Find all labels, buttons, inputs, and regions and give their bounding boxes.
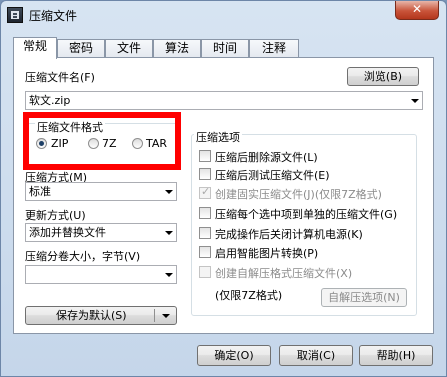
sfx-options-button: 自解压选项(N): [321, 288, 407, 307]
chevron-down-icon[interactable]: [411, 98, 419, 103]
update-value: 添加并替换文件: [29, 226, 106, 239]
highlight-annotation-box: [23, 112, 181, 170]
split-divider: [154, 309, 155, 322]
update-label: 更新方式(U): [25, 209, 86, 222]
sfx-note: (仅限7Z格式): [215, 289, 283, 302]
option-shutdown-checkbox[interactable]: [199, 227, 211, 239]
archive-app-icon: [7, 7, 23, 23]
option-shutdown-label[interactable]: 完成操作后关闭计算机电源(K): [215, 226, 363, 242]
tab-files[interactable]: 文件: [105, 39, 153, 58]
cancel-button[interactable]: 取消(C): [279, 345, 353, 366]
help-button[interactable]: 帮助(H): [359, 345, 433, 366]
split-select[interactable]: [25, 265, 177, 284]
option-sfx-label: 创建自解压格式压缩文件(X): [215, 267, 353, 280]
window-title: 压缩文件: [29, 9, 78, 23]
option-test-archive-checkbox[interactable]: [199, 168, 211, 180]
tab-time[interactable]: 时间: [201, 39, 249, 58]
browse-button[interactable]: 浏览(B): [347, 67, 419, 86]
method-value: 标准: [29, 185, 51, 198]
chevron-down-icon[interactable]: [162, 313, 170, 318]
close-icon: ✕: [411, 2, 423, 16]
save-default-label: 保存为默认(S): [56, 309, 127, 322]
option-sfx-checkbox: [199, 266, 211, 278]
close-button[interactable]: ✕: [395, 1, 439, 20]
chevron-down-icon: [165, 272, 173, 277]
option-solid-archive-label: 创建固实压缩文件(J)(仅限7Z格式): [215, 188, 382, 201]
split-label: 压缩分卷大小，字节(V): [25, 250, 141, 263]
compress-dialog: 压缩文件 ✕ 常规 密码 文件 算法 时间 注释 压缩文件名(F) 浏览(B) …: [0, 0, 447, 377]
option-separate-archives-checkbox[interactable]: [199, 207, 211, 219]
chevron-down-icon: [165, 189, 173, 194]
filename-label: 压缩文件名(F): [25, 71, 95, 84]
filename-value: 软文.zip: [29, 94, 71, 107]
ok-button[interactable]: 确定(O): [197, 345, 271, 366]
chevron-down-icon: [165, 230, 173, 235]
option-delete-source-checkbox[interactable]: [199, 150, 211, 162]
option-delete-source-label[interactable]: 压缩后删除源文件(L): [215, 149, 318, 165]
option-smart-image-checkbox[interactable]: [199, 246, 211, 258]
title-bar[interactable]: 压缩文件: [1, 1, 446, 31]
save-default-button[interactable]: 保存为默认(S): [25, 306, 177, 325]
tab-password[interactable]: 密码: [57, 39, 105, 58]
tab-general[interactable]: 常规: [13, 37, 57, 59]
update-select[interactable]: 添加并替换文件: [25, 223, 177, 242]
filename-input[interactable]: 软文.zip: [25, 91, 423, 110]
tab-comment[interactable]: 注释: [249, 39, 299, 58]
method-select[interactable]: 标准: [25, 182, 177, 201]
option-test-archive-label[interactable]: 压缩后测试压缩文件(E): [215, 167, 330, 183]
option-solid-archive-checkbox: [199, 185, 211, 199]
option-separate-archives-label[interactable]: 压缩每个选中项到单独的压缩文件(G): [215, 206, 397, 222]
tab-algorithm[interactable]: 算法: [153, 39, 201, 58]
options-group-title: 压缩选项: [194, 129, 242, 145]
option-smart-image-label[interactable]: 启用智能图片转换(P): [215, 245, 318, 261]
